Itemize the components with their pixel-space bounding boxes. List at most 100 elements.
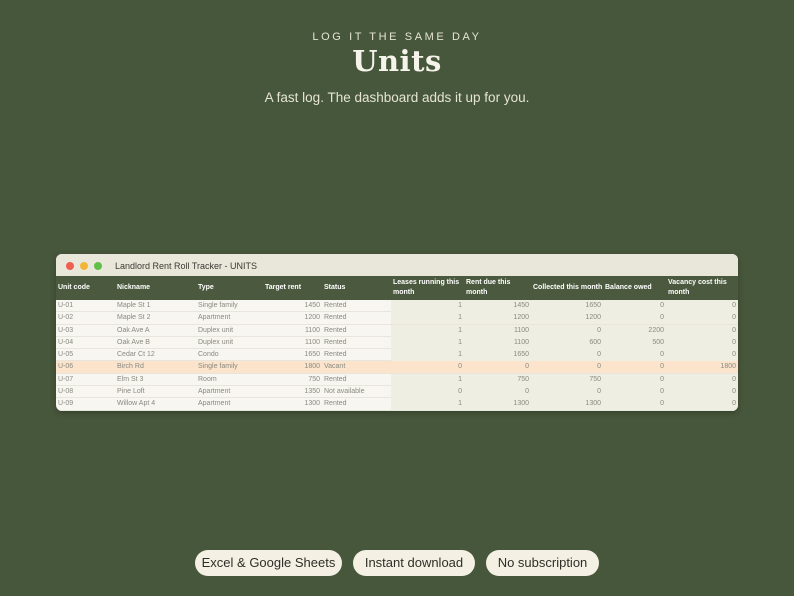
cell-leases-running[interactable]: 1 <box>391 324 464 337</box>
cell-status[interactable]: Rented <box>322 349 391 361</box>
table-row[interactable]: U-05 Cedar Ct 12 Condo 1650 Rented 1 1650 0 0 0 <box>56 349 738 362</box>
cell-type[interactable]: Apartment <box>196 398 263 410</box>
cell-leases-running[interactable]: 1 <box>391 300 464 312</box>
cell-unit-code[interactable]: U-07 <box>56 374 115 386</box>
table-row[interactable]: U-02 Maple St 2 Apartment 1200 Rented 1 1200 12… <box>56 312 738 325</box>
cell-type[interactable]: Apartment <box>196 312 263 324</box>
cell-target-rent[interactable]: 1100 <box>263 325 322 337</box>
table-row[interactable]: U-07 Elm St 3 Room 750 Rented 1 750 750 0 0 <box>56 373 738 387</box>
column-header-collected[interactable]: Collected this month <box>531 276 603 300</box>
cell-type[interactable]: Duplex unit <box>196 337 263 349</box>
cell-balance-owed[interactable]: 0 <box>603 373 666 386</box>
cell-status[interactable]: Rented <box>322 374 391 386</box>
cell-vacancy-cost[interactable]: 0 <box>666 398 738 411</box>
cell-rent-due[interactable]: 1100 <box>464 324 531 337</box>
cell-unit-code[interactable]: U-02 <box>56 312 115 324</box>
cell-collected[interactable]: 1200 <box>531 312 603 325</box>
cell-target-rent[interactable]: 750 <box>263 374 322 386</box>
cell-nickname[interactable]: Elm St 3 <box>115 374 196 386</box>
cell-status[interactable]: Rented <box>322 325 391 337</box>
cell-type[interactable]: Single family <box>196 300 263 312</box>
cell-leases-running[interactable]: 0 <box>391 361 464 374</box>
cell-balance-owed[interactable]: 0 <box>603 349 666 362</box>
column-header-unit-code[interactable]: Unit code <box>56 276 115 300</box>
cell-status[interactable]: Not available <box>322 386 391 398</box>
cell-vacancy-cost[interactable]: 0 <box>666 386 738 399</box>
cell-type[interactable]: Room <box>196 374 263 386</box>
cell-leases-running[interactable]: 1 <box>391 336 464 349</box>
cell-collected[interactable]: 750 <box>531 373 603 386</box>
cell-leases-running[interactable]: 0 <box>391 386 464 399</box>
cell-balance-owed[interactable]: 2200 <box>603 324 666 337</box>
cell-vacancy-cost[interactable]: 0 <box>666 300 738 312</box>
column-header-rent-due[interactable]: Rent due this month <box>464 276 531 300</box>
cell-rent-due[interactable]: 1300 <box>464 398 531 411</box>
cell-vacancy-cost[interactable]: 0 <box>666 324 738 337</box>
cell-status[interactable]: Rented <box>322 398 391 410</box>
cell-status[interactable]: Vacant <box>322 361 391 373</box>
cell-nickname[interactable]: Birch Rd <box>115 361 196 373</box>
cell-vacancy-cost[interactable]: 0 <box>666 312 738 325</box>
cell-balance-owed[interactable]: 0 <box>603 398 666 411</box>
cell-unit-code[interactable]: U-03 <box>56 325 115 337</box>
cell-target-rent[interactable]: 1450 <box>263 300 322 312</box>
cell-type[interactable]: Single family <box>196 361 263 373</box>
close-window-button[interactable] <box>66 262 74 270</box>
cell-unit-code[interactable]: U-01 <box>56 300 115 312</box>
cell-target-rent[interactable]: 1800 <box>263 361 322 373</box>
cell-nickname[interactable]: Cedar Ct 12 <box>115 349 196 361</box>
table-row[interactable]: U-06 Birch Rd Single family 1800 Vacant 0 0 0 0 1… <box>56 361 738 374</box>
column-header-status[interactable]: Status <box>322 276 391 300</box>
cell-type[interactable]: Apartment <box>196 386 263 398</box>
minimize-window-button[interactable] <box>80 262 88 270</box>
cell-target-rent[interactable]: 1350 <box>263 386 322 398</box>
column-header-type[interactable]: Type <box>196 276 263 300</box>
cell-nickname[interactable]: Maple St 2 <box>115 312 196 324</box>
cell-type[interactable]: Condo <box>196 349 263 361</box>
cell-status[interactable]: Rented <box>322 300 391 312</box>
cell-collected[interactable]: 0 <box>531 386 603 399</box>
cell-type[interactable]: Duplex unit <box>196 325 263 337</box>
cell-target-rent[interactable]: 1100 <box>263 337 322 349</box>
cell-nickname[interactable]: Willow Apt 4 <box>115 398 196 410</box>
cell-nickname[interactable]: Oak Ave B <box>115 337 196 349</box>
cell-balance-owed[interactable]: 0 <box>603 312 666 325</box>
cell-leases-running[interactable]: 1 <box>391 312 464 325</box>
cell-rent-due[interactable]: 1200 <box>464 312 531 325</box>
cell-vacancy-cost[interactable]: 1800 <box>666 361 738 374</box>
cell-status[interactable]: Rented <box>322 312 391 324</box>
cell-unit-code[interactable]: U-06 <box>56 361 115 373</box>
cell-balance-owed[interactable]: 0 <box>603 361 666 374</box>
cell-target-rent[interactable]: 1650 <box>263 349 322 361</box>
cell-leases-running[interactable]: 1 <box>391 349 464 362</box>
table-row[interactable]: U-09 Willow Apt 4 Apartment 1300 Rented 1 1300… <box>56 398 738 411</box>
column-header-nickname[interactable]: Nickname <box>115 276 196 300</box>
cell-rent-due[interactable]: 0 <box>464 361 531 374</box>
cell-nickname[interactable]: Oak Ave A <box>115 325 196 337</box>
table-row[interactable]: U-04 Oak Ave B Duplex unit 1100 Rented 1 1100 6… <box>56 336 738 350</box>
cell-target-rent[interactable]: 1300 <box>263 398 322 410</box>
cell-unit-code[interactable]: U-09 <box>56 398 115 410</box>
table-row[interactable]: U-03 Oak Ave A Duplex unit 1100 Rented 1 1100 0… <box>56 324 738 337</box>
column-header-leases-running[interactable]: Leases running this month <box>391 276 464 300</box>
cell-unit-code[interactable]: U-04 <box>56 337 115 349</box>
column-header-balance-owed[interactable]: Balance owed <box>603 276 666 300</box>
cell-status[interactable]: Rented <box>322 337 391 349</box>
cell-balance-owed[interactable]: 0 <box>603 300 666 312</box>
cell-nickname[interactable]: Pine Loft <box>115 386 196 398</box>
cell-rent-due[interactable]: 1100 <box>464 336 531 349</box>
cell-vacancy-cost[interactable]: 0 <box>666 336 738 349</box>
column-header-vacancy-cost[interactable]: Vacancy cost this month <box>666 276 738 300</box>
maximize-window-button[interactable] <box>94 262 102 270</box>
cell-rent-due[interactable]: 1450 <box>464 300 531 312</box>
cell-target-rent[interactable]: 1200 <box>263 312 322 324</box>
table-row[interactable]: U-01 Maple St 1 Single family 1450 Rented 1 14… <box>56 300 738 313</box>
cell-collected[interactable]: 600 <box>531 336 603 349</box>
cell-collected[interactable]: 0 <box>531 349 603 362</box>
cell-leases-running[interactable]: 1 <box>391 398 464 411</box>
cell-vacancy-cost[interactable]: 0 <box>666 349 738 362</box>
cell-collected[interactable]: 0 <box>531 324 603 337</box>
cell-balance-owed[interactable]: 0 <box>603 386 666 399</box>
cell-unit-code[interactable]: U-05 <box>56 349 115 361</box>
cell-balance-owed[interactable]: 500 <box>603 336 666 349</box>
